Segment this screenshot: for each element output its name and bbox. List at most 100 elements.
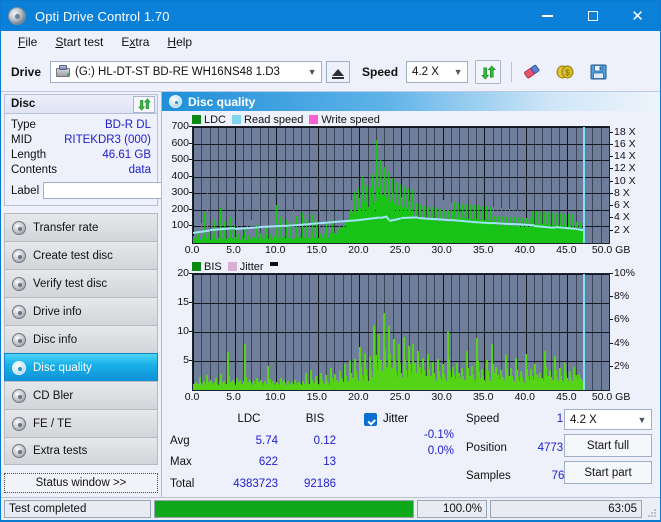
coins-button[interactable]: $ [552, 60, 578, 84]
start-full-button[interactable]: Start full [564, 434, 652, 457]
fe-te-icon [12, 416, 26, 431]
test-speed-select-value: 4.2 X [570, 413, 597, 426]
sidebar-item-label: Create test disc [33, 249, 113, 262]
sidebar-item-drive-info[interactable]: Drive info [4, 297, 158, 325]
sidebar-item-fe-te[interactable]: FE / TE [4, 409, 158, 437]
statistics-panel: LDC BIS Avg 5.74 0.12 Max 622 13 Total 4… [162, 405, 660, 497]
menu-start-test[interactable]: Start test [47, 33, 111, 51]
sidebar-item-transfer-rate[interactable]: Transfer rate [4, 213, 158, 241]
sidebar-item-label: Disc info [33, 333, 78, 346]
stats-table: LDC BIS Avg 5.74 0.12 Max 622 13 Total 4… [170, 411, 344, 497]
y-tick-label: 15 [177, 296, 189, 308]
title-bar: Opti Drive Control 1.70 ✕ [1, 1, 660, 31]
jitter-checkbox[interactable] [364, 412, 377, 426]
status-message: Test completed [4, 500, 151, 518]
window-controls: ✕ [525, 1, 660, 31]
y2-tick-mark [610, 365, 613, 367]
legend-label: Jitter [239, 260, 264, 273]
speed-label: Speed [362, 65, 399, 79]
status-bar: Test completed 100.0% 63:05 [1, 497, 660, 520]
menu-help-rest: elp [176, 35, 193, 49]
disc-refresh-button[interactable] [133, 96, 155, 113]
y2-tick-mark [610, 156, 613, 158]
jitter-header: Jitter [364, 411, 460, 427]
sidebar-item-cd-bler[interactable]: CD Bler [4, 381, 158, 409]
ldc-y-axis: 100 200 300 400 500 600 700 [162, 120, 192, 242]
legend-item-jitter: Jitter [227, 260, 264, 273]
jitter-avg-value: -0.1% [423, 429, 454, 441]
y-tick-label: 10 [177, 325, 189, 337]
x-tick-label: 20.0 [348, 391, 369, 403]
disc-row-length-value: 46.61 GB [102, 149, 151, 161]
progress-bar [154, 500, 414, 518]
y-tick-label: 200 [171, 202, 189, 215]
disc-info-icon [12, 332, 26, 347]
menu-extra-b: tra [135, 35, 150, 49]
menu-start-test-rest: tart test [63, 35, 104, 49]
sidebar-item-verify-test-disc[interactable]: Verify test disc [4, 269, 158, 297]
bis-plot-row: 5 10 15 20 2% 4% 6% 8% 10% [162, 267, 660, 391]
refresh-button[interactable] [475, 60, 502, 84]
y-tick-label: 300 [171, 186, 189, 199]
menu-bar: File Start test Extra Help [1, 31, 660, 53]
menu-extra[interactable]: Extra [113, 33, 157, 51]
charts-container: LDC Read speed Write speed 100 200 300 400 5… [162, 111, 660, 405]
y2-tick-mark [610, 205, 613, 207]
disc-panel-header: Disc [4, 94, 158, 114]
chevron-down-icon: ▼ [307, 67, 317, 77]
close-icon[interactable]: ✕ [615, 1, 660, 31]
stats-row-avg-ldc: 5.74 [255, 434, 278, 447]
sidebar-item-disc-info[interactable]: Disc info [4, 325, 158, 353]
x-tick-label: 0.0 [184, 391, 200, 403]
eject-button[interactable] [326, 61, 351, 83]
read-speed-line-segment [309, 220, 335, 225]
progress-percent: 100.0% [417, 500, 487, 518]
status-window-button[interactable]: Status window >> [4, 473, 158, 493]
sidebar-item-label: FE / TE [33, 417, 72, 430]
sidebar-item-label: Extra tests [33, 445, 88, 457]
y2-tick-mark [610, 131, 613, 133]
stats-header-ldc: LDC [237, 413, 261, 425]
legend-label: Read speed [244, 113, 304, 126]
start-part-button[interactable]: Start part [564, 461, 652, 484]
x-tick-label: 30.0 [431, 391, 452, 403]
drive-select[interactable]: (G:) HL-DT-ST BD-RE WH16NS48 1.D3 ▼ [50, 61, 323, 83]
y2-tick-label: 18 X [614, 125, 636, 138]
eraser-button[interactable] [519, 60, 545, 84]
stats-header-bis: BIS [305, 413, 325, 425]
sidebar-item-disc-quality[interactable]: Disc quality [4, 353, 158, 381]
jitter-label: Jitter [383, 413, 408, 425]
eraser-icon [524, 64, 540, 79]
speed-select-value: 4.2 X [412, 66, 439, 78]
legend-swatch-jitter [227, 262, 237, 271]
disc-row-type-key: Type [11, 119, 36, 131]
minimize-button[interactable] [525, 1, 570, 31]
resize-grip-icon[interactable] [647, 504, 657, 517]
maximize-button[interactable] [570, 1, 615, 31]
disc-row-mid: MID RITEKDR3 (000) [11, 133, 151, 148]
sidebar-item-extra-tests[interactable]: Extra tests [4, 437, 158, 465]
gridline-horizontal [193, 303, 609, 304]
toolbar-separator [511, 62, 513, 82]
ldc-y2-axis: 2 X4 X6 X8 X 10 X 12 X 14 X 16 X 18 X [610, 126, 641, 242]
gridline-horizontal [193, 193, 609, 194]
drive-label: Drive [11, 65, 42, 79]
legend-item-write-speed: Write speed [309, 114, 380, 126]
disc-row-contents: Contents data [11, 163, 151, 178]
drive-info-icon [12, 304, 26, 319]
test-speed-select[interactable]: 4.2 X ▼ [564, 409, 652, 430]
y2-tick-label: 4 X [614, 211, 630, 224]
disc-row-type: Type BD-R DL [11, 118, 151, 133]
sidebar-item-create-test-disc[interactable]: Create test disc [4, 241, 158, 269]
disc-transfer-icon [12, 220, 26, 235]
gridline-horizontal [193, 361, 609, 362]
stats-row-avg-key: Avg [170, 434, 190, 447]
bis-plot-area [192, 273, 610, 391]
menu-file[interactable]: File [10, 33, 45, 51]
stats-row-total-bis: 92186 [304, 477, 336, 490]
legend-label: LDC [204, 113, 227, 126]
menu-help[interactable]: Help [159, 33, 200, 51]
speed-select[interactable]: 4.2 X ▼ [406, 61, 469, 83]
save-button[interactable] [585, 60, 611, 84]
